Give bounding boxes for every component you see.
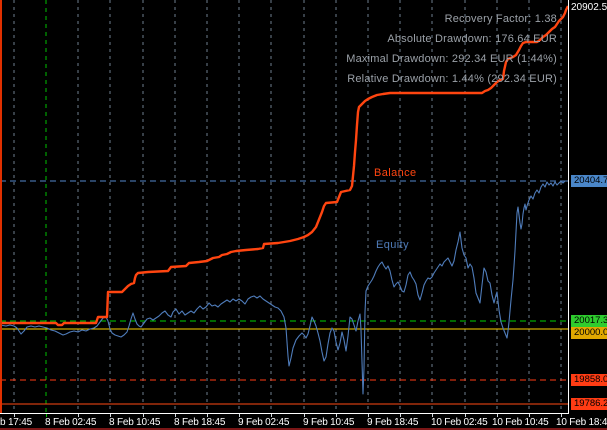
- balance-final-value: 20902.52: [571, 2, 607, 13]
- price-badge-20404.7: 20404.7: [571, 175, 607, 187]
- equity-line: [0, 180, 568, 395]
- x-axis-label: 9 Feb 02:45: [238, 417, 290, 428]
- tester-graph-window: Equity Balance Recovery Factor: 1.38 Abso…: [0, 0, 607, 430]
- bottom-axis[interactable]: b 17:45 8 Feb 02:45 8 Feb 10:45 8 Feb 18:45…: [0, 413, 607, 428]
- x-axis-label: 10 Feb 02:45: [431, 417, 488, 428]
- equity-label: Equity: [376, 239, 409, 251]
- x-axis-label: 10 Feb 18:4: [556, 417, 607, 428]
- recovery-factor-text: Recovery Factor: 1.38: [444, 13, 557, 25]
- x-axis-label: 9 Feb 10:45: [303, 417, 355, 428]
- maximal-drawdown-text: Maximal Drawdown: 292.34 EUR (1.44%): [346, 53, 557, 65]
- x-axis-label: 9 Feb 18:45: [367, 417, 419, 428]
- x-axis-label: 8 Feb 18:45: [174, 417, 226, 428]
- x-axis-label: 10 Feb 10:45: [492, 417, 549, 428]
- price-badge-20000.00: 20000.00: [571, 327, 607, 339]
- relative-drawdown-text: Relative Drawdown: 1.44% (292.34 EUR): [347, 73, 557, 85]
- price-badge-20017.32: 20017.32: [571, 315, 607, 327]
- absolute-drawdown-text: Absolute Drawdown: 176.64 EUR: [387, 33, 557, 45]
- balance-label: Balance: [374, 167, 417, 179]
- x-axis-label: 8 Feb 10:45: [109, 417, 161, 428]
- price-badge-19858.0: 19858.0: [571, 374, 607, 386]
- x-axis-label: 8 Feb 02:45: [45, 417, 97, 428]
- stats-block: Recovery Factor: 1.38 Absolute Drawdown:…: [0, 9, 557, 89]
- price-badge-19786.2: 19786.2: [571, 398, 607, 410]
- x-axis-line: [0, 413, 569, 414]
- x-axis-label: b 17:45: [0, 417, 32, 428]
